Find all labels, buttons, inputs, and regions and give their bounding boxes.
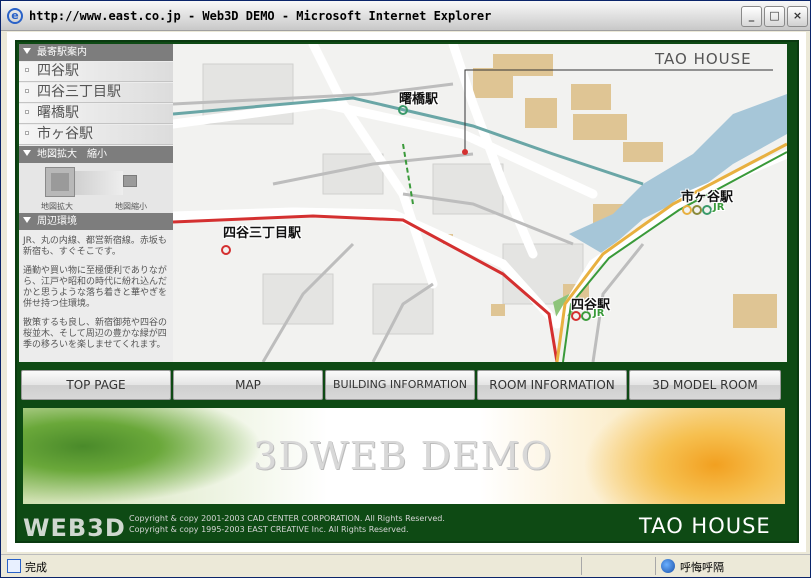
- station-yotsuya-3chome[interactable]: 四谷三丁目駅: [19, 83, 173, 103]
- station-label: 曙橋駅: [37, 105, 79, 121]
- area-map[interactable]: TAO HOUSE 曙橋駅 市ヶ谷駅 四谷三丁目駅 四谷駅 JR JR: [173, 44, 787, 362]
- zone-text: 呼悔呼隔: [680, 561, 724, 574]
- map-station-yotsuya-3chome[interactable]: 四谷三丁目駅: [223, 222, 301, 241]
- flower-graphic: [583, 408, 785, 504]
- footer: WEB3D Copyright & copy 2001-2003 CAD CEN…: [19, 508, 795, 542]
- page-icon: [7, 559, 21, 573]
- triangle-down-icon: [23, 217, 31, 223]
- zoom-header: 地図拡大 縮小: [19, 146, 173, 163]
- zoom-out-label: 地図縮小: [115, 202, 147, 211]
- zoom-track[interactable]: [75, 171, 123, 195]
- triangle-down-icon: [23, 150, 31, 156]
- maximize-button[interactable]: □: [764, 6, 785, 27]
- zoom-control: 地図拡大 地図縮小: [19, 163, 173, 213]
- zoom-out-button[interactable]: [123, 175, 137, 187]
- browser-window: e http://www.east.co.jp - Web3D DEMO - M…: [0, 0, 811, 578]
- web3d-logo: WEB3D: [23, 514, 126, 542]
- environment-header: 周辺環境: [19, 213, 173, 230]
- environment-paragraph: JR、丸の内線、都営新宿線。赤坂も新宿も、すぐそこです。: [23, 236, 167, 257]
- bullet-icon: [25, 131, 29, 135]
- map-station-akebonobashi[interactable]: 曙橋駅: [399, 88, 438, 107]
- stations-header-label: 最寄駅案内: [37, 47, 87, 58]
- internet-zone-icon: [661, 559, 675, 573]
- environment-paragraph: 散策するも良し、新宿御苑や四谷の桜並木、そして周辺の豊かな緑が四季の移ろいを楽し…: [23, 318, 168, 350]
- station-akebonobashi[interactable]: 曙橋駅: [19, 104, 173, 124]
- window-title: http://www.east.co.jp - Web3D DEMO - Mic…: [29, 9, 492, 23]
- minimize-button[interactable]: _: [741, 6, 762, 27]
- leaf-graphic: [23, 408, 263, 504]
- jr-mark-ichigaya: JR: [713, 202, 725, 213]
- zoom-in-label: 地図拡大: [41, 202, 73, 211]
- nav-3d-model-room[interactable]: 3D MODEL ROOM: [629, 370, 781, 400]
- status-divider: [581, 557, 582, 575]
- map-station-ichigaya[interactable]: 市ヶ谷駅: [681, 186, 733, 205]
- environment-header-label: 周辺環境: [37, 216, 77, 227]
- site-frame: 最寄駅案内 四谷駅 四谷三丁目駅 曙橋駅 市ヶ谷駅 地図拡大 縮小 地図拡大 地…: [15, 40, 799, 543]
- main-nav: TOP PAGE MAP BUILDING INFORMATION ROOM I…: [21, 370, 793, 402]
- footer-logo: TAO HOUSE: [639, 514, 771, 538]
- nav-room-information[interactable]: ROOM INFORMATION: [477, 370, 627, 400]
- close-button[interactable]: ×: [787, 6, 808, 27]
- zoom-header-label: 地図拡大 縮小: [37, 149, 107, 160]
- station-label: 四谷三丁目駅: [37, 84, 121, 100]
- page-viewport: 最寄駅案内 四谷駅 四谷三丁目駅 曙橋駅 市ヶ谷駅 地図拡大 縮小 地図拡大 地…: [7, 32, 806, 552]
- station-label: 市ヶ谷駅: [37, 126, 93, 142]
- map-logo: TAO HOUSE: [655, 50, 752, 68]
- nav-top-page[interactable]: TOP PAGE: [21, 370, 171, 400]
- status-text: 完成: [25, 561, 47, 574]
- title-bar[interactable]: e http://www.east.co.jp - Web3D DEMO - M…: [1, 1, 810, 31]
- bullet-icon: [25, 110, 29, 114]
- nav-building-information[interactable]: BUILDING INFORMATION: [325, 370, 475, 400]
- environment-text: JR、丸の内線、都営新宿線。赤坂も新宿も、すぐそこです。 通勤や買い物に至極便利…: [19, 230, 173, 365]
- nav-map[interactable]: MAP: [173, 370, 323, 400]
- copyright-line-2: Copyright & copy 1995-2003 EAST CREATIVE…: [129, 525, 409, 534]
- ie-icon: e: [7, 8, 23, 24]
- bullet-icon: [25, 89, 29, 93]
- triangle-down-icon: [23, 48, 31, 54]
- copyright-line-1: Copyright & copy 2001-2003 CAD CENTER CO…: [129, 514, 445, 523]
- banner-title: 3DWEB DEMO: [253, 434, 553, 478]
- banner-image: 3DWEB DEMO: [23, 408, 785, 504]
- zoom-in-button[interactable]: [45, 167, 75, 197]
- stations-header: 最寄駅案内: [19, 44, 173, 61]
- status-divider: [655, 557, 656, 575]
- status-bar: 完成 呼悔呼隔: [1, 554, 810, 577]
- station-label: 四谷駅: [37, 63, 79, 79]
- station-yotsuya[interactable]: 四谷駅: [19, 62, 173, 82]
- environment-paragraph: 通勤や買い物に至極便利でありながら、江戸や昭和の時代に紛れ込んだかと思うような落…: [23, 266, 168, 309]
- sidebar: 最寄駅案内 四谷駅 四谷三丁目駅 曙橋駅 市ヶ谷駅 地図拡大 縮小 地図拡大 地…: [19, 44, 173, 362]
- bullet-icon: [25, 68, 29, 72]
- station-ichigaya[interactable]: 市ヶ谷駅: [19, 125, 173, 145]
- jr-mark-yotsuya: JR: [593, 308, 605, 319]
